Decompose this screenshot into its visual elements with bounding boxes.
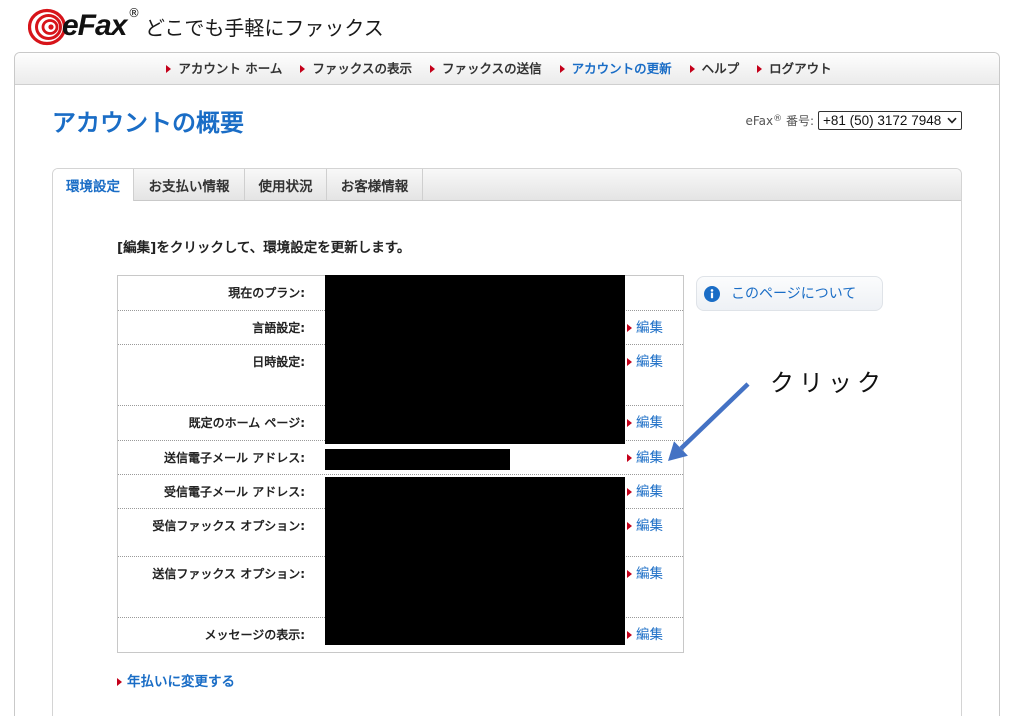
triangle-right-icon (627, 631, 632, 639)
edit-link-label: 編集 (636, 450, 663, 466)
edit-link-incoming-email[interactable]: 編集 (627, 484, 663, 500)
edit-link-date-time[interactable]: 編集 (627, 354, 663, 370)
chevron-down-icon (947, 117, 957, 124)
triangle-right-icon (627, 522, 632, 530)
instruction-text: [編集]をクリックして、環境設定を更新します。 (117, 240, 411, 256)
row-label: 受信電子メール アドレス: (164, 485, 305, 499)
row-label: 既定のホーム ページ: (188, 416, 305, 430)
edit-link-label: 編集 (636, 627, 663, 643)
nav-logout[interactable]: ログアウト (757, 61, 832, 77)
number-label-mark: ® (773, 113, 783, 124)
fax-number-select[interactable]: +81 (50) 3172 7948 (818, 111, 962, 130)
nav-label: ファックスの表示 (312, 60, 412, 76)
info-icon (704, 285, 720, 302)
row-label: メッセージの表示: (204, 628, 305, 642)
row-label: 日時設定: (252, 355, 305, 369)
triangle-right-icon (757, 64, 763, 73)
row-label: 送信電子メール アドレス: (164, 451, 305, 465)
tab-bar: 環境設定 お支払い情報 使用状況 お客様情報 (53, 169, 961, 201)
triangle-right-icon (559, 64, 565, 73)
tab-panel: 環境設定 お支払い情報 使用状況 お客様情報 [編集]をクリックして、環境設定を… (52, 168, 962, 716)
edit-link-incoming-fax-options[interactable]: 編集 (627, 518, 663, 534)
edit-link-message-display[interactable]: 編集 (627, 627, 663, 643)
nav-label: アカウントの更新 (571, 60, 672, 76)
row-label: 現在のプラン: (228, 286, 305, 300)
nav-help[interactable]: ヘルプ (689, 60, 740, 77)
nav-view-faxes[interactable]: ファックスの表示 (300, 61, 412, 77)
triangle-right-icon (166, 64, 172, 73)
edit-link-outgoing-fax-options[interactable]: 編集 (627, 566, 663, 582)
tab-billing-info[interactable]: お支払い情報 (134, 169, 245, 200)
brand-header: eFax ® どこでも手軽にファックス (0, 0, 420, 50)
efax-logo[interactable]: eFax ® (28, 6, 142, 46)
nav-send-fax[interactable]: ファックスの送信 (429, 60, 542, 77)
number-label-text: 番号: (782, 113, 814, 128)
triangle-right-icon (117, 678, 122, 686)
settings-table: 現在のプラン: 言語設定: 編集 日時設定: 編集 既定のホーム ページ: 編集… (117, 275, 684, 653)
edit-link-label: 編集 (636, 320, 663, 336)
nav-update-account[interactable]: アカウントの更新 (559, 60, 672, 77)
edit-link-label: 編集 (636, 518, 663, 534)
triangle-right-icon (429, 64, 435, 73)
registered-mark: ® (128, 6, 140, 20)
nav-label: ログアウト (769, 60, 832, 76)
triangle-right-icon (627, 488, 632, 496)
triangle-right-icon (627, 419, 632, 427)
tab-usage[interactable]: 使用状況 (245, 169, 327, 200)
edit-link-outgoing-email[interactable]: 編集 (627, 450, 663, 466)
annotation-text: クリック (770, 369, 886, 397)
redacted-value-block (325, 275, 625, 444)
edit-link-label: 編集 (636, 566, 663, 582)
nav-label: アカウント ホーム (178, 60, 283, 76)
row-label: 言語設定: (252, 321, 305, 335)
triangle-right-icon (689, 64, 695, 73)
number-label-brand: eFax (745, 113, 774, 128)
change-to-annual-label: 年払いに変更する (127, 674, 235, 690)
about-this-page-button[interactable]: このページについて (696, 276, 883, 311)
triangle-right-icon (627, 324, 632, 332)
change-to-annual-link[interactable]: 年払いに変更する (117, 674, 235, 690)
triangle-right-icon (627, 358, 632, 366)
nav-account-home[interactable]: アカウント ホーム (166, 61, 282, 77)
edit-link-label: 編集 (636, 354, 663, 370)
row-label: 送信ファックス オプション: (152, 567, 305, 581)
fax-number-value: +81 (50) 3172 7948 (823, 112, 942, 128)
redacted-value-block (325, 477, 625, 645)
edit-link-label: 編集 (636, 484, 663, 500)
triangle-right-icon (300, 64, 306, 73)
triangle-right-icon (627, 454, 632, 462)
row-label: 受信ファックス オプション: (152, 519, 305, 533)
arrow-icon (668, 382, 750, 461)
page-title: アカウントの概要 (52, 109, 244, 137)
fax-number-label: eFax® 番号: (746, 114, 815, 128)
tagline: どこでも手軽にファックス (145, 16, 384, 40)
edit-link-language[interactable]: 編集 (627, 320, 663, 336)
fax-number-picker: eFax® 番号: +81 (50) 3172 7948 (746, 111, 962, 130)
nav-label: ファックスの送信 (441, 60, 542, 76)
page: eFax ® どこでも手軽にファックス アカウント ホーム ファックスの表示 フ… (0, 0, 1024, 716)
about-this-page-label: このページについて (731, 285, 857, 302)
nav-label: ヘルプ (701, 60, 740, 76)
triangle-right-icon (627, 570, 632, 578)
edit-link-label: 編集 (636, 415, 663, 431)
edit-link-default-home-page[interactable]: 編集 (627, 415, 663, 431)
top-nav: アカウント ホーム ファックスの表示 ファックスの送信 アカウントの更新 ヘルプ… (15, 53, 999, 85)
tab-preferences[interactable]: 環境設定 (53, 169, 134, 201)
logo-text: eFax (62, 9, 127, 42)
tab-customer-info[interactable]: お客様情報 (327, 169, 423, 200)
redacted-value-block (325, 449, 510, 470)
